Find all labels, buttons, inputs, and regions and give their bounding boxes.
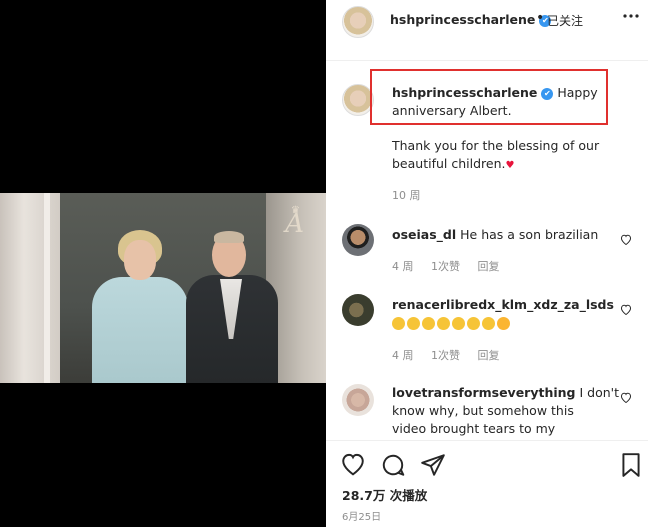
comment-meta: 4 周 1次赞 回复: [392, 347, 514, 363]
caption-highlight-box: [370, 69, 608, 125]
video-frame[interactable]: ♛ A: [0, 193, 326, 383]
comment-like-heart-icon[interactable]: [620, 392, 632, 404]
comment-bubble-icon[interactable]: [380, 452, 406, 478]
comment-avatar[interactable]: [342, 294, 374, 326]
comment-username[interactable]: renacerlibredx_klm_xdz_za_lsds: [392, 297, 614, 312]
header-separator: •: [536, 10, 545, 26]
view-count-label: 次播放: [389, 488, 428, 503]
comment-time[interactable]: 4 周: [392, 260, 414, 273]
comment-body: oseias_dl He has a son brazilian: [392, 226, 598, 244]
more-options-icon[interactable]: [622, 8, 640, 28]
author-avatar[interactable]: [342, 6, 374, 38]
comment-avatar[interactable]: [342, 224, 374, 256]
comment-like-count[interactable]: 1次赞: [431, 260, 460, 273]
video-person-woman-face: [124, 240, 156, 280]
header-divider: [326, 60, 648, 61]
post-header: hshprincesscharlene ✔ • 已关注: [326, 0, 648, 42]
view-count[interactable]: 28.7万 次播放: [342, 485, 427, 504]
save-bookmark-icon[interactable]: [620, 452, 646, 478]
post-actions: [326, 448, 648, 484]
caption-time[interactable]: 10 周: [392, 187, 421, 203]
comment-avatar[interactable]: [342, 384, 374, 416]
clapping-hands-emoji-icon: [407, 317, 420, 330]
comment-reply-button[interactable]: 回复: [478, 260, 500, 273]
view-count-number: 28.7万: [342, 488, 386, 503]
clapping-hands-emoji-icon: [392, 317, 405, 330]
video-person-woman: [92, 277, 188, 383]
share-paper-plane-icon[interactable]: [420, 452, 446, 478]
clapping-hands-emoji-icon: [482, 317, 495, 330]
caption-body-line2: beautiful children.♥: [392, 155, 514, 175]
comment-meta: 4 周 1次赞 回复: [392, 258, 514, 274]
caption-body-line1: Thank you for the blessing of our: [392, 138, 600, 153]
video-door: [0, 193, 60, 383]
comment-text-line2: know why, but somehow this: [392, 403, 574, 418]
clapping-hands-emoji-icon: [422, 317, 435, 330]
comment-emoji-row: [392, 315, 512, 333]
author-username[interactable]: hshprincesscharlene ✔: [390, 12, 552, 27]
caption-body-line2-text: beautiful children.: [392, 156, 506, 171]
author-username-text[interactable]: hshprincesscharlene: [390, 12, 535, 27]
follow-status-button[interactable]: 已关注: [547, 12, 583, 29]
comment-like-heart-icon[interactable]: [620, 234, 632, 246]
comment-reply-button[interactable]: 回复: [478, 349, 500, 362]
post-media[interactable]: ♛ A: [0, 0, 326, 527]
comment-text-line3: video brought tears to my: [392, 421, 556, 436]
video-watermark: A: [285, 209, 304, 239]
clapping-hands-emoji-icon: [467, 317, 480, 330]
heart-eyes-emoji-icon: [497, 317, 510, 330]
clapping-hands-emoji-icon: [437, 317, 450, 330]
post-date[interactable]: 6月25日: [342, 508, 381, 523]
comment-body: lovetransformseverything I don't: [392, 384, 632, 402]
comment-like-count[interactable]: 1次赞: [431, 349, 460, 362]
comment-like-heart-icon[interactable]: [620, 304, 632, 316]
comment-username[interactable]: lovetransformseverything: [392, 385, 576, 400]
comment-text: He has a son brazilian: [460, 227, 599, 242]
comment-time[interactable]: 4 周: [392, 349, 414, 362]
actions-divider: [326, 440, 648, 441]
comment-text: I don't: [579, 385, 619, 400]
comment-body: renacerlibredx_klm_xdz_za_lsds: [392, 296, 614, 314]
like-heart-icon[interactable]: [340, 452, 366, 478]
video-person-man-hair: [214, 231, 244, 243]
comment-username[interactable]: oseias_dl: [392, 227, 456, 242]
red-heart-emoji-icon: ♥: [505, 160, 515, 171]
clapping-hands-emoji-icon: [452, 317, 465, 330]
